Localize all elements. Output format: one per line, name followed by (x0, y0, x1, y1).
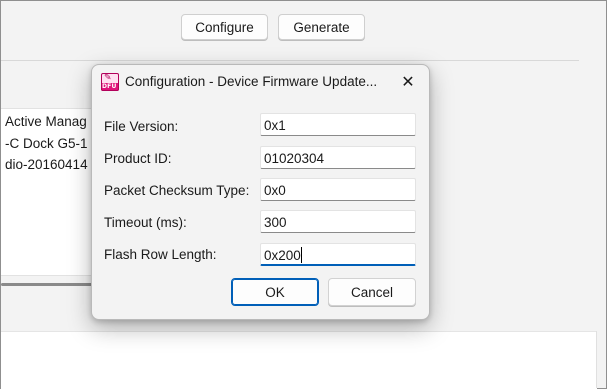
file-version-label: File Version: (104, 119, 179, 134)
dialog-title: Configuration - Device Firmware Update..… (125, 74, 378, 89)
sparkle-icon: ✎ (104, 73, 112, 83)
flash-row-length-label: Flash Row Length: (104, 247, 217, 262)
file-version-field[interactable] (260, 113, 416, 136)
timeout-label: Timeout (ms): (104, 215, 187, 230)
horizontal-scrollbar[interactable] (1, 283, 97, 286)
packet-checksum-type-field[interactable] (260, 178, 416, 201)
close-icon[interactable]: ✕ (395, 71, 421, 93)
dfu-app-icon: ✎ DFU (101, 73, 119, 91)
packet-checksum-type-label: Packet Checksum Type: (104, 183, 250, 198)
output-panel (1, 331, 597, 389)
list-item[interactable]: dio-20160414 (5, 157, 88, 172)
list-item[interactable]: Active Manag (5, 114, 87, 129)
toolbar-divider (1, 60, 579, 61)
device-list[interactable]: Active Manag -C Dock G5-1 dio-20160414 (1, 108, 99, 276)
cancel-button[interactable]: Cancel (328, 278, 416, 306)
dialog-titlebar[interactable]: ✎ DFU Configuration - Device Firmware Up… (92, 65, 429, 99)
configure-button[interactable]: Configure (181, 14, 268, 40)
flash-row-length-field[interactable] (260, 243, 416, 266)
dfu-icon-label: DFU (102, 83, 117, 90)
configuration-dialog: ✎ DFU Configuration - Device Firmware Up… (91, 64, 430, 320)
product-id-label: Product ID: (104, 151, 172, 166)
list-item[interactable]: -C Dock G5-1 (5, 136, 88, 151)
timeout-field[interactable] (260, 210, 416, 233)
panel-divider (596, 331, 597, 388)
product-id-field[interactable] (260, 146, 416, 169)
text-caret (301, 247, 302, 263)
generate-button[interactable]: Generate (278, 14, 365, 40)
ok-button[interactable]: OK (231, 278, 319, 306)
